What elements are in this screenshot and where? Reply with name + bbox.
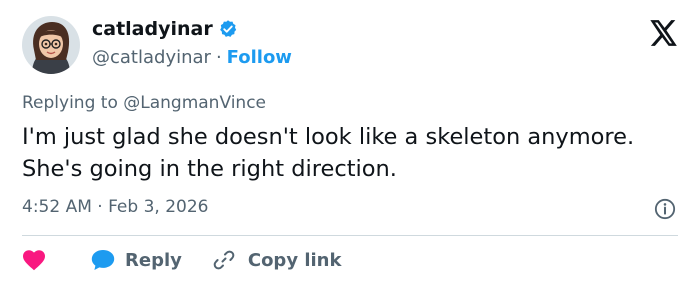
separator-dot: ·: [215, 47, 222, 68]
reply-context-prefix: Replying to: [22, 93, 118, 113]
reply-button[interactable]: Reply: [90, 248, 182, 272]
tweet-text: I'm just glad she doesn't look like a sk…: [22, 124, 635, 182]
action-bar: Reply Copy link: [22, 245, 341, 275]
author-display-name[interactable]: catladyinar: [92, 18, 213, 40]
author-handle-row: @catladyinar · Follow: [92, 47, 292, 68]
author-name-row: catladyinar: [92, 18, 238, 40]
author-handle[interactable]: @catladyinar: [92, 47, 211, 68]
avatar[interactable]: [22, 16, 80, 74]
like-button[interactable]: [22, 249, 46, 271]
heart-icon: [22, 249, 46, 271]
speech-bubble-icon: [90, 248, 116, 272]
x-logo-icon[interactable]: [650, 20, 678, 46]
copy-link-label: Copy link: [247, 249, 342, 271]
verified-badge-icon: [218, 19, 238, 39]
avatar-illustration: [22, 16, 80, 74]
tweet-timestamp[interactable]: 4:52 AM · Feb 3, 2026: [22, 197, 208, 217]
info-icon[interactable]: [654, 198, 676, 220]
follow-button[interactable]: Follow: [227, 47, 292, 68]
divider: [22, 235, 678, 236]
reply-mention-link[interactable]: @LangmanVince: [123, 93, 266, 113]
reply-context: Replying to @LangmanVince: [22, 93, 266, 113]
reply-label: Reply: [125, 249, 182, 271]
link-icon: [212, 248, 236, 272]
copy-link-button[interactable]: Copy link: [212, 248, 342, 272]
